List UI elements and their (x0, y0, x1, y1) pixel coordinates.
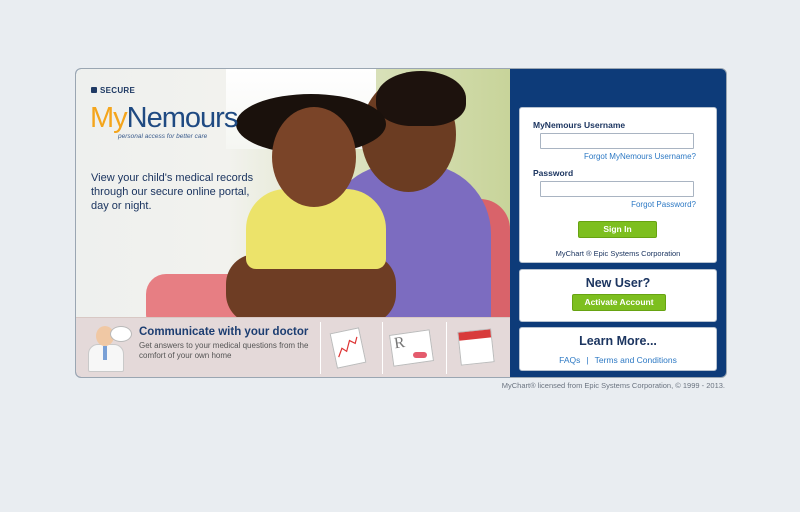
learn-more-heading: Learn More... (579, 334, 657, 348)
login-box: MyNemours Username Forgot MyNemours User… (519, 107, 717, 263)
license-footer: MyChart® licensed from Epic Systems Corp… (501, 381, 725, 390)
mynemours-logo: MyNemours (90, 102, 238, 134)
learn-more-links: FAQs | Terms and Conditions (520, 355, 716, 365)
learn-more-box: Learn More... FAQs | Terms and Conditions (519, 327, 717, 371)
logo-tagline: personal access for better care (118, 133, 208, 140)
photo-mother-hair (376, 71, 466, 126)
mychart-credit: MyChart ® Epic Systems Corporation (555, 249, 681, 258)
hero-photo: SECURE MyNemours personal access for bet… (76, 69, 510, 317)
password-input[interactable] (540, 181, 694, 197)
new-user-box: New User? Activate Account (519, 269, 717, 322)
feature-description: Get answers to your medical questions fr… (139, 341, 309, 360)
feature-strip: Communicate with your doctor Get answers… (76, 317, 510, 377)
faqs-link[interactable]: FAQs (559, 355, 580, 365)
sign-in-button[interactable]: Sign In (578, 221, 657, 238)
lock-icon (91, 87, 97, 93)
chart-report-icon (320, 322, 377, 374)
prescription-icon: R (382, 322, 439, 374)
forgot-password-link[interactable]: Forgot Password? (631, 200, 696, 209)
photo-child-face (272, 107, 356, 207)
forgot-username-link[interactable]: Forgot MyNemours Username? (584, 152, 696, 161)
secure-label: SECURE (91, 86, 135, 95)
speech-bubble-icon (110, 326, 132, 342)
username-label: MyNemours Username (533, 120, 626, 130)
terms-link[interactable]: Terms and Conditions (595, 355, 677, 365)
username-input[interactable] (540, 133, 694, 149)
link-separator: | (586, 355, 589, 365)
activate-account-button[interactable]: Activate Account (572, 294, 666, 311)
calendar-icon (446, 322, 503, 374)
login-frame: SECURE MyNemours personal access for bet… (75, 68, 727, 378)
intro-text: View your child's medical records throug… (91, 172, 254, 212)
new-user-heading: New User? (585, 276, 651, 290)
feature-title: Communicate with your doctor (139, 326, 309, 338)
password-label: Password (533, 168, 574, 178)
